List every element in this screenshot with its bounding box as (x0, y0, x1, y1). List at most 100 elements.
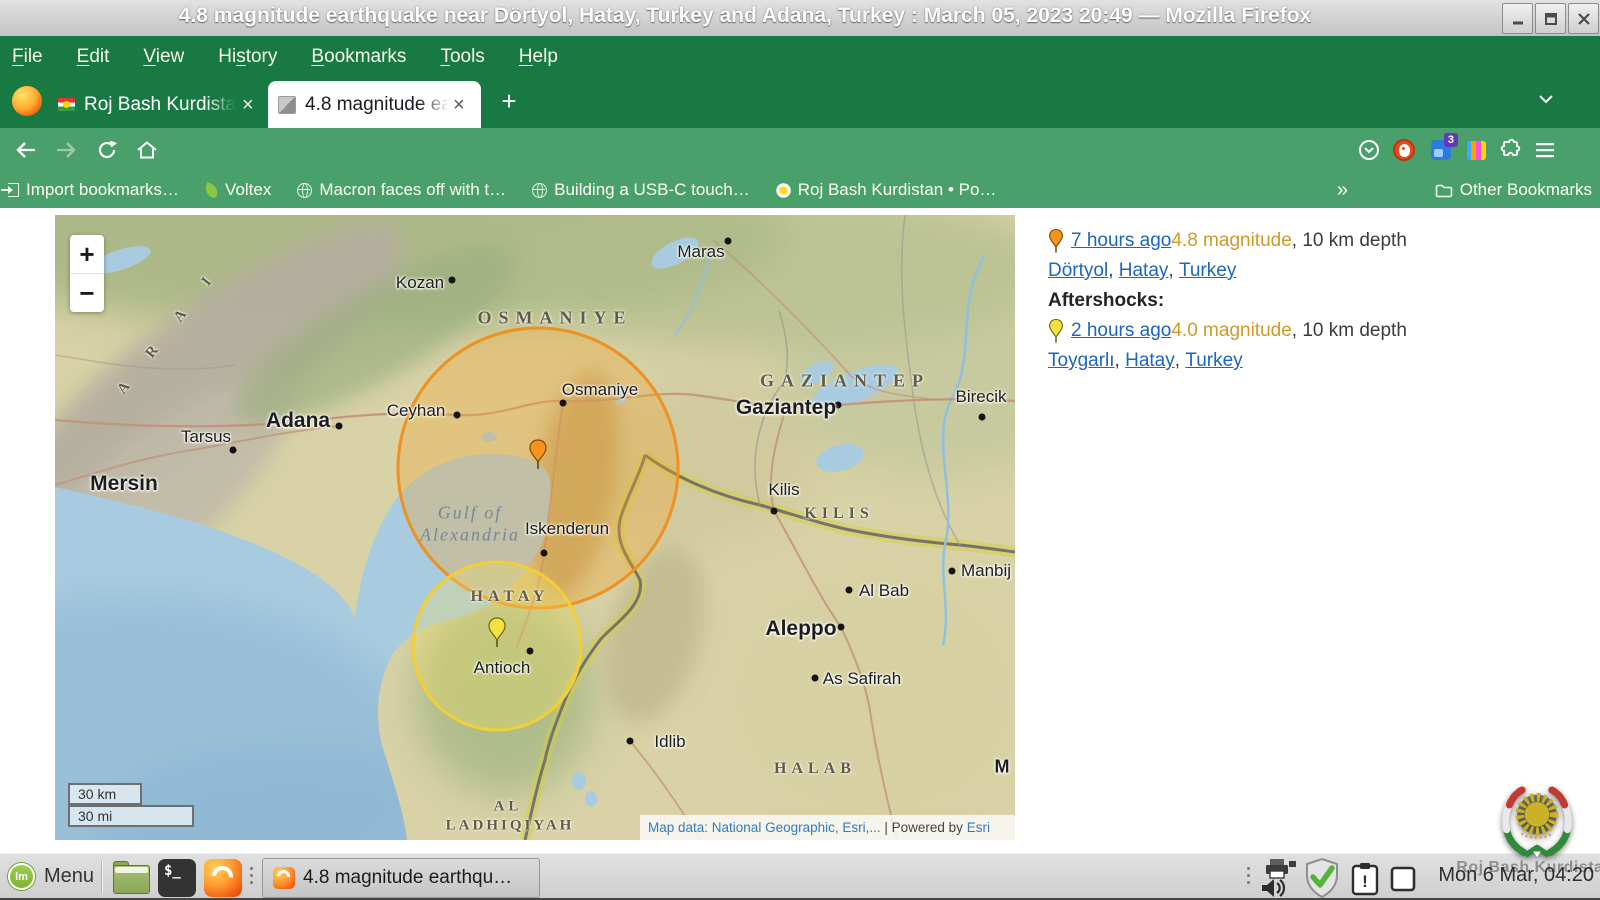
mainshock-time-link[interactable]: 7 hours ago (1071, 230, 1171, 252)
map-city-dot (449, 277, 456, 284)
forward-button[interactable] (53, 137, 79, 163)
bookmark-item[interactable]: Roj Bash Kurdistan • Po… (776, 180, 997, 200)
map-city-label: Iskenderun (525, 519, 609, 539)
bookmarks-overflow-button[interactable]: » (1337, 179, 1348, 202)
globe-icon (297, 183, 312, 198)
home-button[interactable] (134, 137, 160, 163)
aftershock-time-link[interactable]: 2 hours ago (1071, 320, 1171, 342)
reload-button[interactable] (94, 137, 120, 163)
firefox-icon (273, 867, 295, 889)
duckduckgo-extension-button[interactable] (1391, 137, 1417, 163)
other-bookmarks-button[interactable]: Other Bookmarks (1435, 180, 1592, 200)
file-manager-launcher[interactable] (113, 861, 150, 894)
containers-icon (1467, 141, 1486, 160)
map-region-label: LADHIQIYAH (446, 818, 575, 835)
map-city-label: Mersin (90, 472, 158, 496)
terminal-glyph: $_ (164, 863, 181, 879)
location-link[interactable]: Hatay (1119, 260, 1169, 282)
maximize-button[interactable] (1535, 3, 1566, 34)
earthquake-map[interactable]: OSMANIYEGAZIANTEPKILISHATAYHALABALLADHIQ… (55, 215, 1015, 840)
tab-close-icon[interactable]: × (242, 95, 254, 115)
map-region-label: AL (494, 799, 523, 816)
map-city-label: M (995, 757, 1010, 778)
map-city-dot (771, 508, 778, 515)
links-separator: , (1108, 260, 1119, 282)
navigation-toolbar: https://earthquaketrack.com/quakes/2023-… (0, 128, 1600, 172)
close-icon (1576, 11, 1592, 27)
extensions-button[interactable] (1497, 137, 1523, 163)
location-link[interactable]: Hatay (1125, 350, 1175, 372)
earthquaketrack-favicon (278, 96, 296, 114)
tab-roj-bash-kurdistan[interactable]: Roj Bash Kurdista × (48, 81, 266, 128)
maximize-icon (1543, 11, 1559, 27)
taskbar: lm Menu $_ 4.8 magnitude earthqu… (0, 853, 1600, 900)
map-sea-label: Alexandria (420, 525, 520, 546)
menu-edit[interactable]: Edit (77, 46, 110, 68)
aftershock-row: 2 hours ago 4.0 magnitude , 10 km depth (1048, 316, 1588, 346)
taskbar-window-button[interactable]: 4.8 magnitude earthqu… (262, 858, 540, 898)
kurdistan-emblem-watermark (1488, 784, 1586, 860)
menu-button[interactable]: Menu (44, 865, 94, 888)
map-city-dot (949, 568, 956, 575)
bookmark-item[interactable]: Voltex (205, 180, 271, 200)
map-city-label: Aleppo (765, 617, 836, 641)
app-menu-button[interactable] (1532, 137, 1558, 163)
map-city-dot (527, 648, 534, 655)
bookmark-item[interactable]: Building a USB-C touch… (532, 180, 750, 200)
map-city-label: Idlib (654, 732, 685, 752)
back-button[interactable] (13, 137, 39, 163)
minimize-button[interactable] (1502, 3, 1533, 34)
map-zoom-in-button[interactable]: + (70, 235, 104, 274)
map-region-label: HALAB (774, 760, 856, 778)
location-link[interactable]: Turkey (1185, 350, 1242, 372)
close-button[interactable] (1568, 3, 1599, 34)
menu-tools[interactable]: Tools (440, 46, 484, 68)
hamburger-menu-icon (1534, 140, 1556, 160)
map-data-link[interactable]: Map data: National Geographic, Esri,... (648, 820, 881, 835)
aftershock-pin-icon[interactable] (487, 617, 507, 649)
clipboard-alert-tray-icon[interactable]: ! (1350, 862, 1380, 896)
update-manager-tray-icon[interactable] (1300, 856, 1344, 900)
tab-earthquake-active[interactable]: 4.8 magnitude ea × (268, 81, 481, 128)
folder-icon (1435, 183, 1453, 198)
menu-file[interactable]: File (12, 46, 43, 68)
menu-view[interactable]: View (143, 46, 184, 68)
mainshock-depth: , 10 km depth (1292, 230, 1407, 252)
containers-extension-button[interactable] (1463, 137, 1489, 163)
mainshock-pin-icon[interactable] (528, 439, 548, 471)
map-zoom-out-button[interactable]: − (70, 274, 104, 312)
map-city-dot (454, 412, 461, 419)
mint-menu-icon[interactable]: lm (8, 863, 35, 890)
bookmark-item[interactable]: Macron faces off with t… (297, 180, 506, 200)
aftershock-magnitude: 4.0 magnitude (1171, 320, 1291, 342)
other-bookmarks-label: Other Bookmarks (1460, 180, 1592, 200)
import-icon (8, 183, 19, 197)
menu-help[interactable]: Help (519, 46, 558, 68)
pocket-button[interactable] (1356, 137, 1382, 163)
volume-tray-icon[interactable] (1258, 877, 1296, 899)
new-tab-button[interactable]: + (494, 86, 524, 116)
bookmark-item[interactable]: Import bookmarks… (8, 180, 179, 200)
window-list-handle (250, 867, 254, 884)
mainshock-row: 7 hours ago 4.8 magnitude , 10 km depth (1048, 226, 1588, 256)
location-link[interactable]: Toygarlı (1048, 350, 1115, 372)
leaf-icon (203, 182, 219, 198)
location-link[interactable]: Dörtyol (1048, 260, 1108, 282)
esri-link[interactable]: Esri (967, 820, 990, 835)
tab-list-button[interactable] (1536, 92, 1556, 111)
map-city-dot (230, 447, 237, 454)
window-tray-icon[interactable] (1388, 864, 1418, 894)
firefox-launcher[interactable] (204, 859, 242, 897)
chevron-down-icon (1536, 92, 1556, 106)
extension-button-badge[interactable]: 3 (1428, 137, 1454, 163)
links-separator: , (1175, 350, 1186, 372)
map-city-label: Gaziantep (736, 396, 836, 420)
map-city-label: Ceyhan (387, 401, 446, 421)
tab-close-icon[interactable]: × (453, 95, 465, 115)
menu-history[interactable]: History (218, 46, 277, 68)
terminal-launcher[interactable]: $_ (158, 859, 196, 897)
menu-bookmarks[interactable]: Bookmarks (311, 46, 406, 68)
map-city-dot (812, 675, 819, 682)
location-link[interactable]: Turkey (1179, 260, 1236, 282)
firefox-logo-icon (12, 86, 42, 116)
